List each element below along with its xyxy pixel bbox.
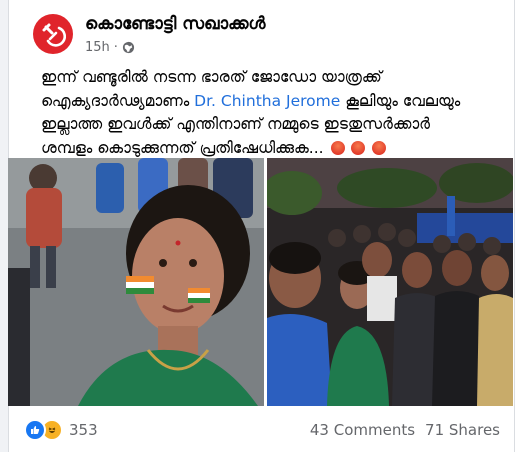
post-line: കൂലിയും വേലയും: [345, 91, 461, 110]
post-line: ശമ്പളം കൊടുക്കുന്നത് പ്രതിഷേധിക്കുക...: [41, 138, 324, 157]
photo-grid: [8, 158, 513, 406]
comments-count[interactable]: 43 Comments: [310, 421, 415, 439]
hammer-sickle-icon: [42, 23, 66, 47]
post-line: ഐക്യദാർഢ്യമാണം: [41, 91, 190, 110]
mention-link[interactable]: Dr. Chintha Jerome: [194, 92, 340, 110]
angry-emoji-icon: [330, 140, 345, 155]
shares-count[interactable]: 71 Shares: [425, 421, 500, 439]
post-meta: 15h ·: [85, 40, 135, 55]
post-line: ഇന്ന് വണ്ടൂരിൽ നടന്ന ഭാരത് ജോഡോ യാത്രക്ക…: [41, 68, 382, 86]
post-time[interactable]: 15h: [85, 40, 110, 55]
reaction-icons[interactable]: [24, 419, 63, 441]
page-avatar[interactable]: [33, 14, 73, 54]
like-reaction-icon: [24, 419, 46, 441]
post-message: ഇന്ന് വണ്ടൂരിൽ നടന്ന ഭാരത് ജോഡോ യാത്രക്ക…: [41, 66, 511, 160]
selfie-photo-art: [8, 158, 264, 406]
angry-emoji-icon: [372, 140, 387, 155]
group-photo[interactable]: [267, 158, 513, 406]
globe-icon: [122, 41, 134, 54]
angry-emoji-icon: [351, 140, 366, 155]
page-name[interactable]: കൊണ്ടോട്ടി സഖാക്കൾ: [85, 14, 265, 34]
post-stats: 353 43 Comments 71 Shares: [24, 412, 500, 448]
selfie-photo[interactable]: [8, 158, 264, 406]
group-photo-art: [267, 158, 513, 406]
post-line: ഇല്ലാത്ത ഇവൾക്ക് എന്തിനാണ് നമ്മുടെ ഇടതുസ…: [41, 115, 431, 133]
post-header: കൊണ്ടോട്ടി സഖാക്കൾ 15h ·: [33, 10, 503, 58]
reaction-count[interactable]: 353: [69, 421, 98, 439]
